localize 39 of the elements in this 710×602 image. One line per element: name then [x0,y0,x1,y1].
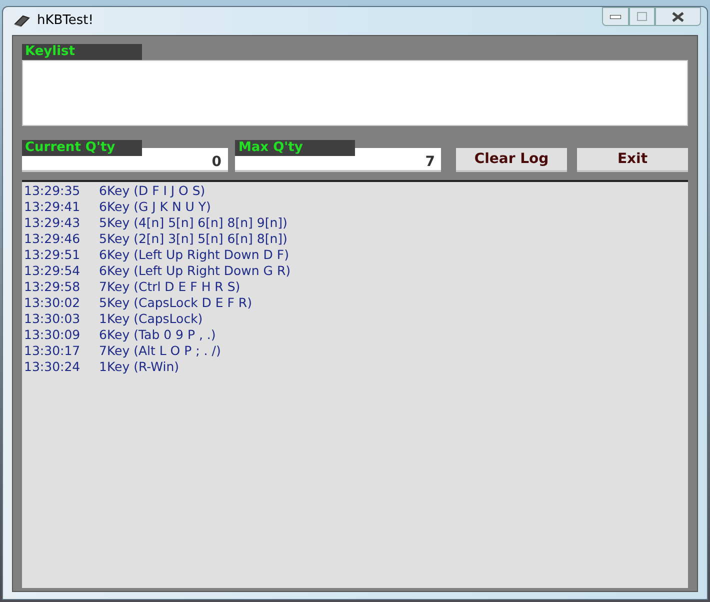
log-entry: 6Key (Left Up Right Down G R) [99,263,291,279]
action-button[interactable]: Exit [577,148,688,172]
field-label: Current Q'ty [22,140,142,156]
log-entry: 5Key (CapsLock D E F R) [99,295,252,311]
quantity-field[interactable]: 7 [235,156,441,172]
log-entry: 6Key (Tab 0 9 P , .) [99,327,216,343]
log-time: 13:30:03 [24,311,82,327]
log-entry: 6Key (Left Up Right Down D F) [99,247,289,263]
minimize-button[interactable] [602,7,629,26]
log-time: 13:30:24 [24,359,82,375]
log-time: 13:29:35 [24,183,82,199]
log-entry: 5Key (4[n] 5[n] 6[n] 8[n] 9[n]) [99,215,288,231]
log-time: 13:29:58 [24,279,82,295]
log-time: 13:30:17 [24,343,82,359]
log-time: 13:30:09 [24,327,82,343]
close-button[interactable] [655,7,701,26]
field-label: Max Q'ty [235,140,356,156]
log-time: 13:29:41 [24,199,82,215]
log-time: 13:29:46 [24,231,82,247]
log-entry: 6Key (D F I J O S) [99,183,206,199]
log-entry: 6Key (G J K N U Y) [99,199,211,215]
field-label: Keylist [22,44,142,60]
action-button[interactable]: Clear Log [456,148,567,172]
log-time: 13:30:02 [24,295,82,311]
eraser-icon [13,14,31,28]
log-entry: 7Key (Alt L O P ; . /) [99,343,221,359]
keylist-field[interactable] [22,60,688,126]
log-time: 13:29:51 [24,247,82,263]
log-entry: 7Key (Ctrl D E F H R S) [99,279,240,295]
minimize-icon [610,14,621,18]
log-time: 13:29:43 [24,215,82,231]
window-title: hKBTest! [37,12,94,30]
close-icon [672,12,684,22]
log-entry: 5Key (2[n] 3[n] 5[n] 6[n] 8[n]) [99,231,288,247]
log-entry: 1Key (CapsLock) [99,311,203,327]
maximize-icon [637,12,647,21]
log-entry: 1Key (R-Win) [99,359,180,375]
log-time: 13:29:54 [24,263,82,279]
quantity-field[interactable]: 0 [22,156,228,172]
